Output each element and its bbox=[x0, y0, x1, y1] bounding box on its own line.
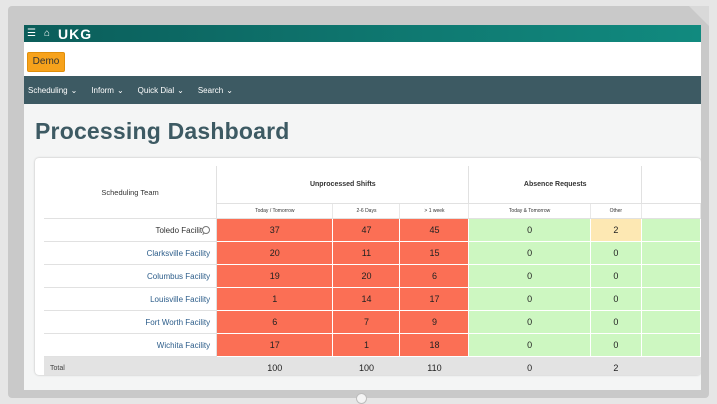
cell-2-6-days[interactable]: 11 bbox=[332, 241, 401, 265]
cell-today[interactable]: 37 bbox=[216, 218, 334, 242]
total-today: 100 bbox=[216, 356, 333, 375]
cell-next bbox=[641, 310, 701, 334]
page-title: Processing Dashboard bbox=[35, 118, 290, 144]
cell-abs-today[interactable]: 0 bbox=[468, 310, 591, 334]
nav-quick-dial[interactable]: Quick Dial ⌄ bbox=[138, 86, 184, 95]
cell-2-6-days[interactable]: 47 bbox=[332, 218, 401, 242]
total-abs-other: 2 bbox=[590, 356, 642, 375]
top-header: ☰ ⌂ UKG bbox=[24, 25, 701, 42]
menu-icon[interactable]: ☰ bbox=[27, 25, 36, 42]
table-row: Louisville Facility 1 14 17 0 0 bbox=[44, 287, 701, 311]
facility-link[interactable]: Toledo Facility bbox=[44, 218, 218, 242]
cell-abs-today[interactable]: 0 bbox=[468, 241, 591, 265]
app-logo: UKG bbox=[58, 25, 93, 42]
table-row: Wichita Facility 17 1 18 0 0 bbox=[44, 333, 701, 357]
total-label: Total bbox=[44, 356, 217, 375]
col-over-week: > 1 week bbox=[399, 203, 470, 219]
nav-search[interactable]: Search ⌄ bbox=[198, 86, 233, 95]
toolbar: Demo bbox=[24, 42, 701, 76]
cell-2-6-days[interactable]: 20 bbox=[332, 264, 401, 288]
cell-abs-other[interactable]: 0 bbox=[590, 241, 643, 265]
cursor-icon bbox=[202, 226, 211, 235]
cell-next bbox=[641, 218, 701, 242]
col-today-tomorrow: Today / Tomorrow bbox=[216, 203, 334, 219]
next-group-header bbox=[641, 166, 701, 204]
cell-over-week[interactable]: 18 bbox=[399, 333, 470, 357]
dashboard-card: Scheduling Team Unprocessed Shifts Absen… bbox=[35, 158, 701, 375]
app-screen: ☰ ⌂ UKG Demo Scheduling ⌄ Inform ⌄ Quick… bbox=[24, 25, 701, 390]
cell-next bbox=[641, 287, 701, 311]
nav-label: Quick Dial bbox=[137, 85, 175, 95]
cell-abs-other[interactable]: 0 bbox=[590, 333, 643, 357]
total-2-6-days: 100 bbox=[332, 356, 400, 375]
col-2-6-days: 2-6 Days bbox=[332, 203, 401, 219]
nav-scheduling[interactable]: Scheduling ⌄ bbox=[28, 86, 77, 95]
cell-2-6-days[interactable]: 7 bbox=[332, 310, 401, 334]
cell-over-week[interactable]: 45 bbox=[399, 218, 470, 242]
total-next bbox=[641, 356, 701, 375]
unprocessed-shifts-header: Unprocessed Shifts bbox=[216, 166, 470, 204]
nav-label: Inform bbox=[91, 85, 114, 95]
cell-next bbox=[641, 264, 701, 288]
cell-over-week[interactable]: 9 bbox=[399, 310, 470, 334]
cell-over-week[interactable]: 15 bbox=[399, 241, 470, 265]
col-next bbox=[641, 203, 701, 219]
nav-label: Search bbox=[197, 85, 224, 95]
absence-requests-header: Absence Requests bbox=[468, 166, 642, 204]
cell-abs-today[interactable]: 0 bbox=[468, 218, 591, 242]
nav-inform[interactable]: Inform ⌄ bbox=[91, 86, 123, 95]
cell-today[interactable]: 19 bbox=[216, 264, 334, 288]
cell-today[interactable]: 17 bbox=[216, 333, 334, 357]
cell-abs-other[interactable]: 0 bbox=[590, 264, 643, 288]
cell-today[interactable]: 6 bbox=[216, 310, 334, 334]
col-abs-other: Other bbox=[590, 203, 643, 219]
cell-next bbox=[641, 241, 701, 265]
home-button[interactable] bbox=[356, 393, 367, 404]
processing-table: Scheduling Team Unprocessed Shifts Absen… bbox=[44, 166, 701, 375]
table-row: Fort Worth Facility 6 7 9 0 0 bbox=[44, 310, 701, 334]
facility-link[interactable]: Columbus Facility bbox=[44, 264, 218, 288]
cell-over-week[interactable]: 6 bbox=[399, 264, 470, 288]
col-abs-today-tomorrow: Today & Tomorrow bbox=[468, 203, 591, 219]
cell-abs-other[interactable]: 0 bbox=[590, 287, 643, 311]
cell-next bbox=[641, 333, 701, 357]
cell-abs-other[interactable]: 0 bbox=[590, 310, 643, 334]
cell-abs-today[interactable]: 0 bbox=[468, 287, 591, 311]
table-row: Toledo Facility 37 47 45 0 2 bbox=[44, 218, 701, 242]
total-over-week: 110 bbox=[399, 356, 469, 375]
facility-link[interactable]: Louisville Facility bbox=[44, 287, 218, 311]
cell-2-6-days[interactable]: 1 bbox=[332, 333, 401, 357]
cell-2-6-days[interactable]: 14 bbox=[332, 287, 401, 311]
total-row: Total 100 100 110 0 2 bbox=[44, 356, 701, 375]
chevron-down-icon: ⌄ bbox=[226, 85, 233, 95]
facility-link[interactable]: Wichita Facility bbox=[44, 333, 218, 357]
cell-today[interactable]: 1 bbox=[216, 287, 334, 311]
facility-name: Toledo Facility bbox=[155, 225, 207, 235]
demo-button[interactable]: Demo bbox=[27, 52, 65, 72]
table-row: Clarksville Facility 20 11 15 0 0 bbox=[44, 241, 701, 265]
cell-today[interactable]: 20 bbox=[216, 241, 334, 265]
facility-link[interactable]: Fort Worth Facility bbox=[44, 310, 218, 334]
team-header: Scheduling Team bbox=[44, 166, 218, 219]
cell-abs-other[interactable]: 2 bbox=[590, 218, 643, 242]
home-icon[interactable]: ⌂ bbox=[44, 25, 50, 42]
chevron-down-icon: ⌄ bbox=[177, 85, 184, 95]
total-abs-today: 0 bbox=[468, 356, 591, 375]
cell-abs-today[interactable]: 0 bbox=[468, 264, 591, 288]
chevron-down-icon: ⌄ bbox=[116, 85, 124, 95]
device-corner bbox=[689, 6, 709, 26]
nav-label: Scheduling bbox=[28, 85, 68, 95]
main-nav: Scheduling ⌄ Inform ⌄ Quick Dial ⌄ Searc… bbox=[24, 76, 701, 104]
cell-over-week[interactable]: 17 bbox=[399, 287, 470, 311]
chevron-down-icon: ⌄ bbox=[70, 85, 78, 95]
table-row: Columbus Facility 19 20 6 0 0 bbox=[44, 264, 701, 288]
facility-link[interactable]: Clarksville Facility bbox=[44, 241, 218, 265]
cell-abs-today[interactable]: 0 bbox=[468, 333, 591, 357]
